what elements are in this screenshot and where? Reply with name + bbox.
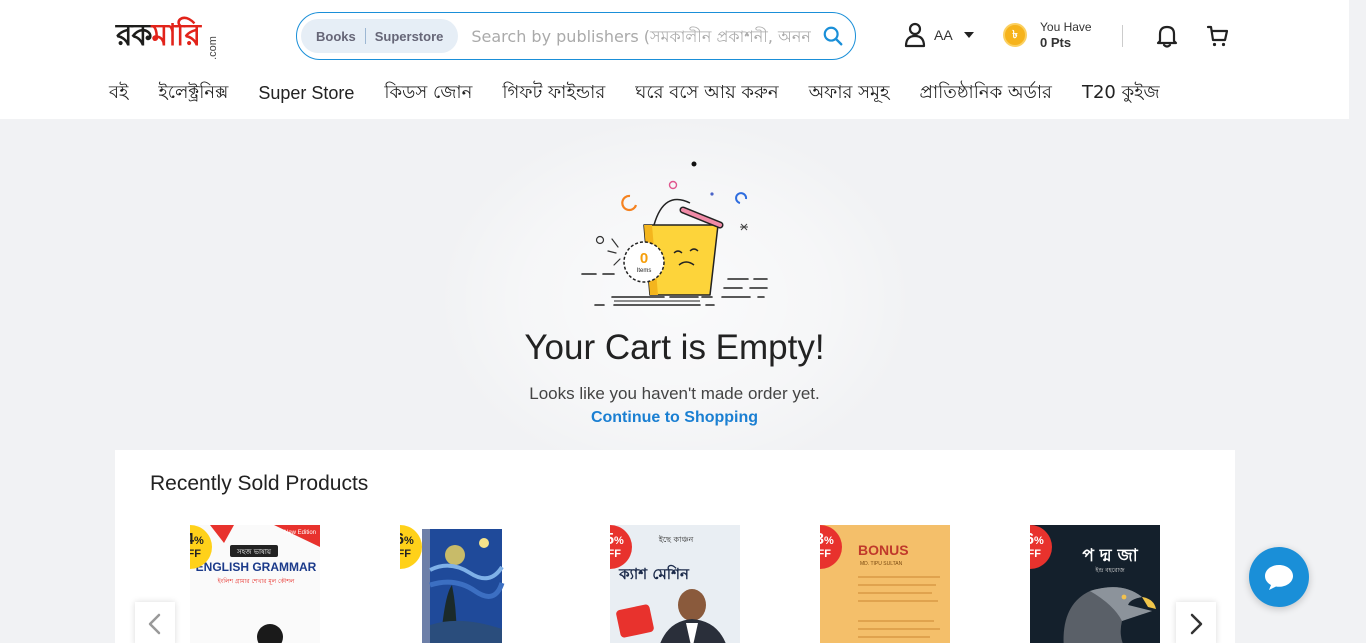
svg-text:BONUS: BONUS xyxy=(858,542,909,558)
chat-icon xyxy=(1265,565,1293,590)
nav-item-institutional-order[interactable]: প্রাতিষ্ঠানিক অর্ডার xyxy=(920,78,1052,109)
carousel-next-button[interactable] xyxy=(1176,602,1216,643)
empty-cart-title: Your Cart is Empty! xyxy=(524,328,825,367)
search-scope-toggle[interactable]: Books Superstore xyxy=(301,19,459,53)
search-button[interactable] xyxy=(811,14,855,58)
product-card[interactable]: প দ্ম জা ইন্দ্র বহরোজ 36% OFF xyxy=(1030,525,1160,643)
scope-superstore[interactable]: Superstore xyxy=(370,29,449,44)
product-card[interactable]: 06% OFF xyxy=(400,525,530,643)
svg-text:ইছে কাঞ্চন: ইছে কাঞ্চন xyxy=(658,535,694,544)
chat-button[interactable] xyxy=(1249,547,1309,607)
nav-item-t20-quiz[interactable]: T20 কুইজ xyxy=(1082,78,1160,109)
cart-button[interactable] xyxy=(1206,24,1230,53)
svg-text:ইংলিশ গ্রামার শেখার মূল কৌশল: ইংলিশ গ্রামার শেখার মূল কৌশল xyxy=(217,578,295,585)
empty-cart-count-label: Items xyxy=(637,268,652,274)
continue-shopping-link[interactable]: Continue to Shopping xyxy=(0,409,1349,427)
svg-text:সহজ ভাষায়: সহজ ভাষায় xyxy=(236,548,272,556)
notifications-button[interactable] xyxy=(1156,24,1178,53)
account-menu[interactable]: AA xyxy=(904,22,975,48)
product-card[interactable]: New Edition সহজ ভাষায় ENGLISH GRAMMAR ই… xyxy=(190,525,320,643)
svg-text:ইন্দ্র বহরোজ: ইন্দ্র বহরোজ xyxy=(1094,567,1125,574)
main-nav: বই ইলেক্ট্রনিক্স Super Store কিডস জোন গি… xyxy=(109,78,1190,109)
empty-cart-count: 0 xyxy=(640,250,648,267)
scope-divider xyxy=(364,28,366,44)
site-header: রকমারি .com Books Superstore AA ৳ You Ha… xyxy=(0,0,1349,119)
points-label: You Have xyxy=(1040,20,1092,34)
product-card[interactable]: BONUS MD. TIPU SULTAN 53% OFF xyxy=(820,525,950,643)
nav-item-books[interactable]: বই xyxy=(109,78,128,109)
logo-text-a: রক xyxy=(116,18,152,53)
recently-sold-section: Recently Sold Products New Edition সহজ ভ… xyxy=(115,450,1235,643)
product-card[interactable]: ইছে কাঞ্চন ক্যাশ মেশিন 35% OFF xyxy=(610,525,740,643)
nav-item-kids-zone[interactable]: কিডস জোন xyxy=(384,78,472,109)
rokomari-logo[interactable]: রকমারি .com xyxy=(116,13,236,60)
svg-text:প দ্ম জা: প দ্ম জা xyxy=(1082,546,1138,566)
scope-books[interactable]: Books xyxy=(311,29,361,44)
header-divider xyxy=(1122,25,1123,47)
search-bar: Books Superstore xyxy=(296,12,856,60)
empty-cart-subtitle: Looks like you haven't made order yet. xyxy=(529,384,820,403)
caret-down-icon xyxy=(963,32,974,38)
search-input[interactable] xyxy=(458,19,811,53)
nav-item-offers[interactable]: অফার সমূহ xyxy=(809,78,890,109)
logo-text-b: মারি xyxy=(151,18,201,53)
svg-text:ক্যাশ মেশিন: ক্যাশ মেশিন xyxy=(618,564,690,583)
recently-sold-title: Recently Sold Products xyxy=(150,472,369,495)
coin-icon: ৳ xyxy=(1003,23,1027,47)
chevron-left-icon xyxy=(148,613,161,635)
logo-suffix: .com xyxy=(206,36,219,60)
bell-icon xyxy=(1156,25,1178,48)
nav-item-earn-from-home[interactable]: ঘরে বসে আয় করুন xyxy=(635,78,778,109)
svg-text:New Edition: New Edition xyxy=(284,530,316,536)
svg-text:ENGLISH GRAMMAR: ENGLISH GRAMMAR xyxy=(196,560,317,574)
chevron-right-icon xyxy=(1190,613,1203,635)
nav-item-gift-finder[interactable]: গিফট ফাইন্ডার xyxy=(502,78,605,109)
empty-basket-illustration: 0 Items xyxy=(581,161,768,306)
points-value: 0 Pts xyxy=(1040,35,1072,50)
user-name: AA xyxy=(934,27,953,43)
scrollbar-track[interactable] xyxy=(1349,0,1366,643)
reward-points[interactable]: ৳ You Have 0 Pts xyxy=(1003,19,1092,51)
nav-item-electronics[interactable]: ইলেক্ট্রনিক্স xyxy=(158,78,228,109)
svg-text:MD. TIPU SULTAN: MD. TIPU SULTAN xyxy=(860,561,903,567)
user-icon xyxy=(904,22,926,48)
search-icon xyxy=(823,26,843,46)
nav-item-super-store[interactable]: Super Store xyxy=(258,83,354,104)
carousel-prev-button[interactable] xyxy=(135,602,175,643)
cart-icon xyxy=(1206,25,1229,47)
